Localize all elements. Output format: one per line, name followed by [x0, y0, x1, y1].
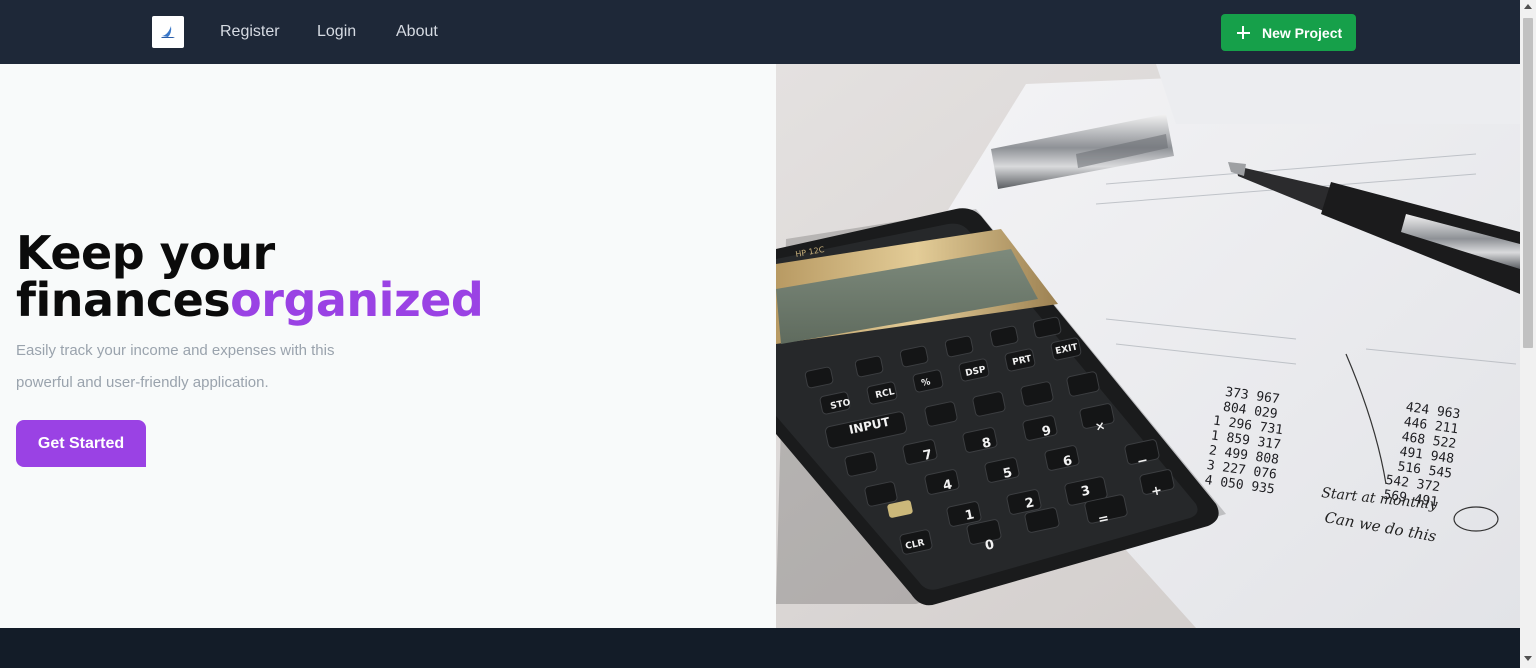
- hero-title-line1: Keep your: [16, 226, 275, 280]
- hero-title-accent: organized: [230, 273, 484, 327]
- page-scrollbar[interactable]: [1520, 0, 1536, 668]
- scroll-down-arrow-icon[interactable]: [1524, 656, 1532, 661]
- new-project-label: New Project: [1262, 24, 1343, 41]
- scroll-up-arrow-icon[interactable]: [1524, 4, 1532, 9]
- hero-title: Keep your financesorganized: [16, 230, 484, 327]
- scroll-thumb[interactable]: [1523, 18, 1533, 348]
- nav-link-about[interactable]: About: [396, 22, 438, 42]
- app-logo-icon[interactable]: [152, 16, 184, 48]
- hero-title-plain: finances: [16, 273, 231, 327]
- nav-link-login[interactable]: Login: [317, 22, 356, 42]
- top-navbar: Register Login About New Project: [0, 0, 1520, 64]
- new-project-button[interactable]: New Project: [1221, 14, 1356, 51]
- nav-link-register[interactable]: Register: [220, 22, 280, 42]
- hero-image-calculator: 373 967 804 029 1 296 731 1 859 317 2 49…: [776, 64, 1520, 628]
- footer-band: [0, 628, 1520, 668]
- get-started-button[interactable]: Get Started: [16, 420, 146, 467]
- plus-icon: [1237, 26, 1250, 39]
- hero-description: Easily track your income and expenses wi…: [16, 342, 335, 391]
